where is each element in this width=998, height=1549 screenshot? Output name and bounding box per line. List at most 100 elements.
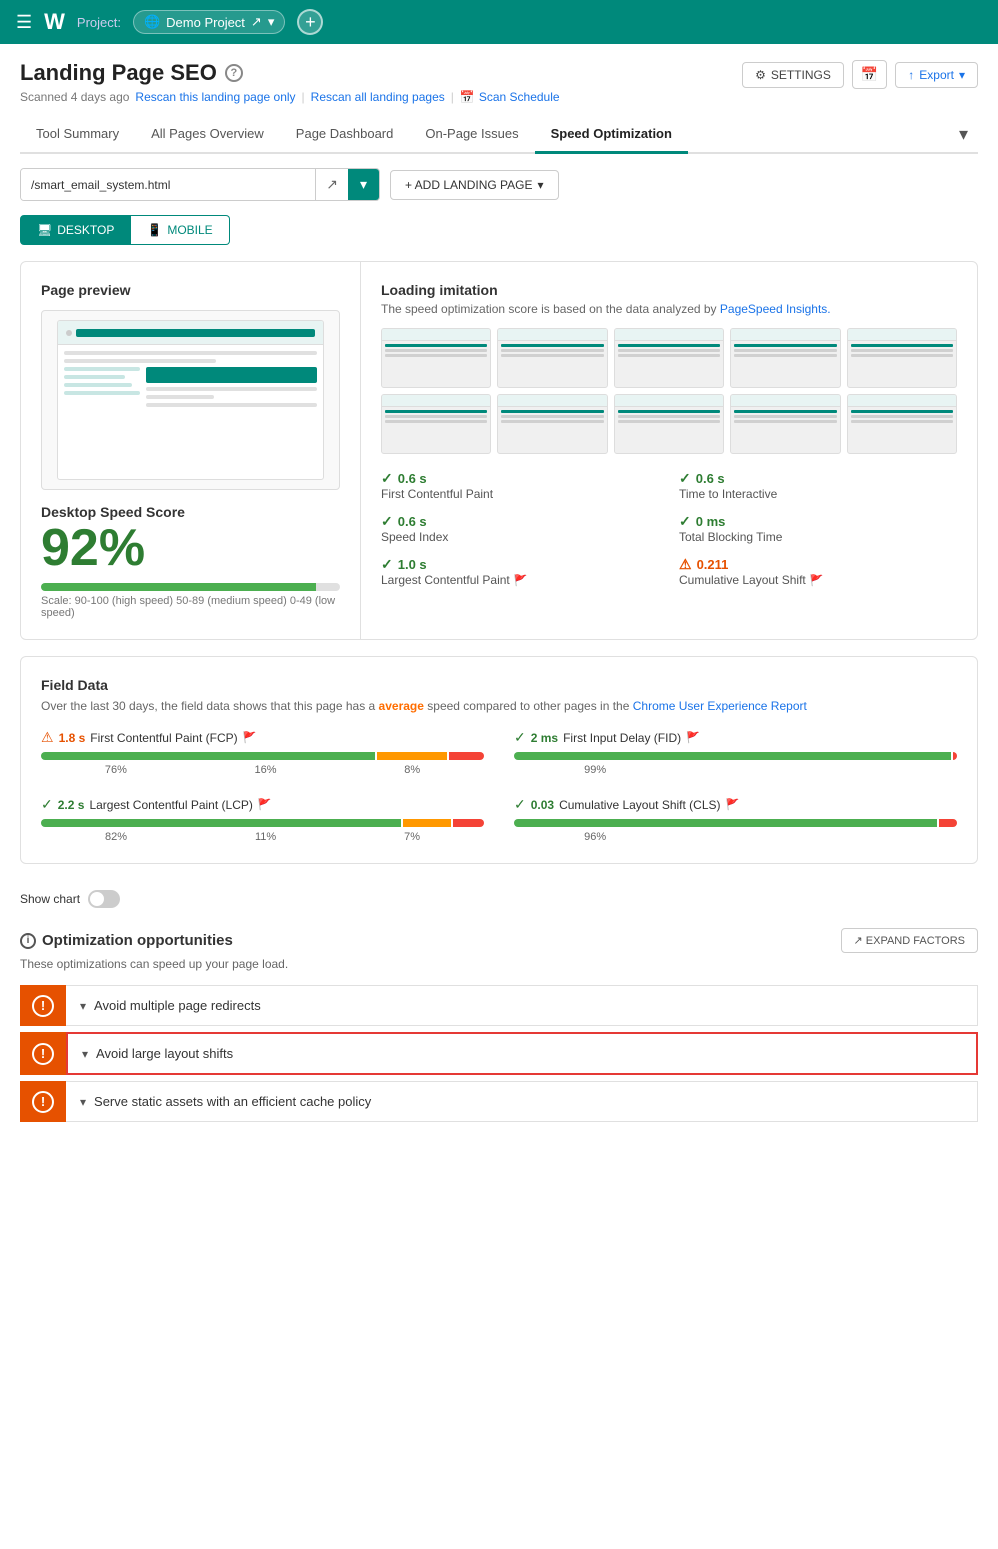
field-data-desc: Over the last 30 days, the field data sh… [41, 699, 957, 713]
preview-main-line [146, 387, 317, 391]
project-selector[interactable]: 🌐 Demo Project ↗ ▾ [133, 10, 285, 34]
bar-red [453, 819, 484, 827]
preview-dot [66, 330, 72, 336]
tab-all-pages-overview[interactable]: All Pages Overview [135, 116, 280, 154]
url-input[interactable]: /smart_email_system.html [21, 169, 315, 200]
flag-icon: 🚩 [514, 574, 528, 587]
chrome-report-link[interactable]: Chrome User Experience Report [633, 699, 807, 713]
chevron-down-icon: ▾ [959, 68, 965, 82]
right-card: Loading imitation The speed optimization… [361, 262, 977, 639]
bar-red [449, 752, 484, 760]
flag-icon: 🚩 [810, 574, 824, 587]
preview-sidebar-line3 [64, 383, 132, 387]
menu-icon[interactable]: ☰ [16, 12, 32, 33]
settings-button[interactable]: ⚙ SETTINGS [742, 62, 844, 88]
check-icon: ✓ [514, 729, 526, 746]
metric-cls: ⚠ 0.211 Cumulative Layout Shift 🚩 [679, 556, 957, 587]
chevron-down-icon: ▾ [80, 1095, 86, 1109]
opt-content-2[interactable]: ▾ Avoid large layout shifts [66, 1032, 978, 1075]
screenshot-thumb-1 [381, 328, 491, 388]
pagespeed-link[interactable]: PageSpeed Insights. [720, 302, 831, 316]
field-metric-fid-header: ✓ 2 ms First Input Delay (FID) 🚩 [514, 729, 957, 746]
bar-red [939, 819, 957, 827]
logo: W [44, 9, 65, 35]
opt-content-1[interactable]: ▾ Avoid multiple page redirects [66, 985, 978, 1026]
chevron-down-icon: ▾ [268, 14, 275, 30]
opt-item-label-3: Serve static assets with an efficient ca… [94, 1094, 371, 1109]
fid-value: 2 ms [531, 731, 558, 745]
bar-green [41, 819, 401, 827]
warn-circle-icon: ! [32, 995, 54, 1017]
flag-icon: 🚩 [686, 731, 700, 744]
page-title: Landing Page SEO ? [20, 60, 560, 86]
url-open-button[interactable]: ↗ [315, 169, 348, 200]
cls-percentages: 96% [514, 831, 957, 843]
metric-tti-value: ✓ 0.6 s [679, 470, 957, 487]
show-chart-label: Show chart [20, 892, 80, 906]
device-tabs: 🖥 DESKTOP 📱 MOBILE [20, 215, 978, 245]
tab-on-page-issues[interactable]: On-Page Issues [409, 116, 534, 154]
speed-bar [41, 583, 340, 591]
field-metric-cls-bar [514, 819, 957, 827]
opt-content-3[interactable]: ▾ Serve static assets with an efficient … [66, 1081, 978, 1122]
page-preview [41, 310, 340, 490]
metric-lcp-value: ✓ 1.0 s [381, 556, 659, 573]
expand-factors-button[interactable]: ↗ EXPAND FACTORS [841, 928, 979, 953]
metric-fcp-label: First Contentful Paint [381, 487, 659, 501]
flag-icon: 🚩 [243, 731, 257, 744]
screenshots-grid [381, 328, 957, 454]
optimization-section: i Optimization opportunities ↗ EXPAND FA… [0, 918, 998, 1148]
calendar-button[interactable]: 📅 [852, 60, 887, 89]
tab-desktop[interactable]: 🖥 DESKTOP [20, 215, 131, 245]
metric-tbt-value: ✓ 0 ms [679, 513, 957, 530]
add-landing-page-button[interactable]: + ADD LANDING PAGE ▾ [390, 170, 559, 200]
url-input-group: /smart_email_system.html ↗ ▾ [20, 168, 380, 201]
more-tabs-button[interactable]: ▾ [949, 118, 978, 151]
scan-schedule-link[interactable]: 📅 Scan Schedule [460, 90, 560, 104]
metric-tti: ✓ 0.6 s Time to Interactive [679, 470, 957, 501]
field-metric-lcp: ✓ 2.2 s Largest Contentful Paint (LCP) 🚩… [41, 796, 484, 843]
loading-title: Loading imitation [381, 282, 957, 298]
opt-item-label-1: Avoid multiple page redirects [94, 998, 261, 1013]
tab-mobile[interactable]: 📱 MOBILE [131, 215, 229, 245]
show-chart-toggle[interactable] [88, 890, 120, 908]
metric-si: ✓ 0.6 s Speed Index [381, 513, 659, 544]
opt-icon-col-2: ! [20, 1032, 66, 1075]
check-icon: ✓ [41, 796, 53, 813]
gear-icon: ⚙ [755, 68, 766, 82]
add-project-button[interactable]: + [297, 9, 323, 35]
export-button[interactable]: ↑ Export ▾ [895, 62, 978, 88]
help-icon[interactable]: ? [225, 64, 243, 82]
rescan-page-link[interactable]: Rescan this landing page only [135, 90, 295, 104]
screenshot-thumb-10 [847, 394, 957, 454]
check-icon: ✓ [679, 470, 691, 487]
preview-line-short [64, 359, 216, 363]
loading-desc: The speed optimization score is based on… [381, 302, 957, 316]
field-data-section: Field Data Over the last 30 days, the fi… [20, 656, 978, 864]
calendar-icon: 📅 [460, 90, 475, 104]
fcp-percentages: 76% 16% 8% [41, 764, 484, 776]
speed-score-label: Desktop Speed Score [41, 504, 340, 520]
tab-page-dashboard[interactable]: Page Dashboard [280, 116, 410, 154]
url-dropdown-button[interactable]: ▾ [348, 169, 379, 200]
preview-title: Page preview [41, 282, 340, 298]
screenshot-thumb-9 [730, 394, 840, 454]
field-metric-cls: ✓ 0.03 Cumulative Layout Shift (CLS) 🚩 9… [514, 796, 957, 843]
opt-desc: These optimizations can speed up your pa… [20, 957, 978, 971]
screenshot-thumb-6 [381, 394, 491, 454]
tab-speed-optimization[interactable]: Speed Optimization [535, 116, 688, 154]
warn-icon: ⚠ [41, 729, 54, 746]
cards-row: Page preview [20, 261, 978, 640]
desktop-icon: 🖥 [37, 223, 52, 237]
warn-circle-icon: ! [32, 1043, 54, 1065]
bar-green [514, 819, 937, 827]
rescan-all-link[interactable]: Rescan all landing pages [311, 90, 445, 104]
screenshot-thumb-4 [730, 328, 840, 388]
chevron-down-icon: ▾ [80, 999, 86, 1013]
opt-icon-col-1: ! [20, 985, 66, 1026]
opt-item-layout-shifts: ! ▾ Avoid large layout shifts [20, 1032, 978, 1075]
preview-main [146, 367, 317, 411]
preview-sidebar-line4 [64, 391, 140, 395]
metric-tbt-label: Total Blocking Time [679, 530, 957, 544]
tab-tool-summary[interactable]: Tool Summary [20, 116, 135, 154]
